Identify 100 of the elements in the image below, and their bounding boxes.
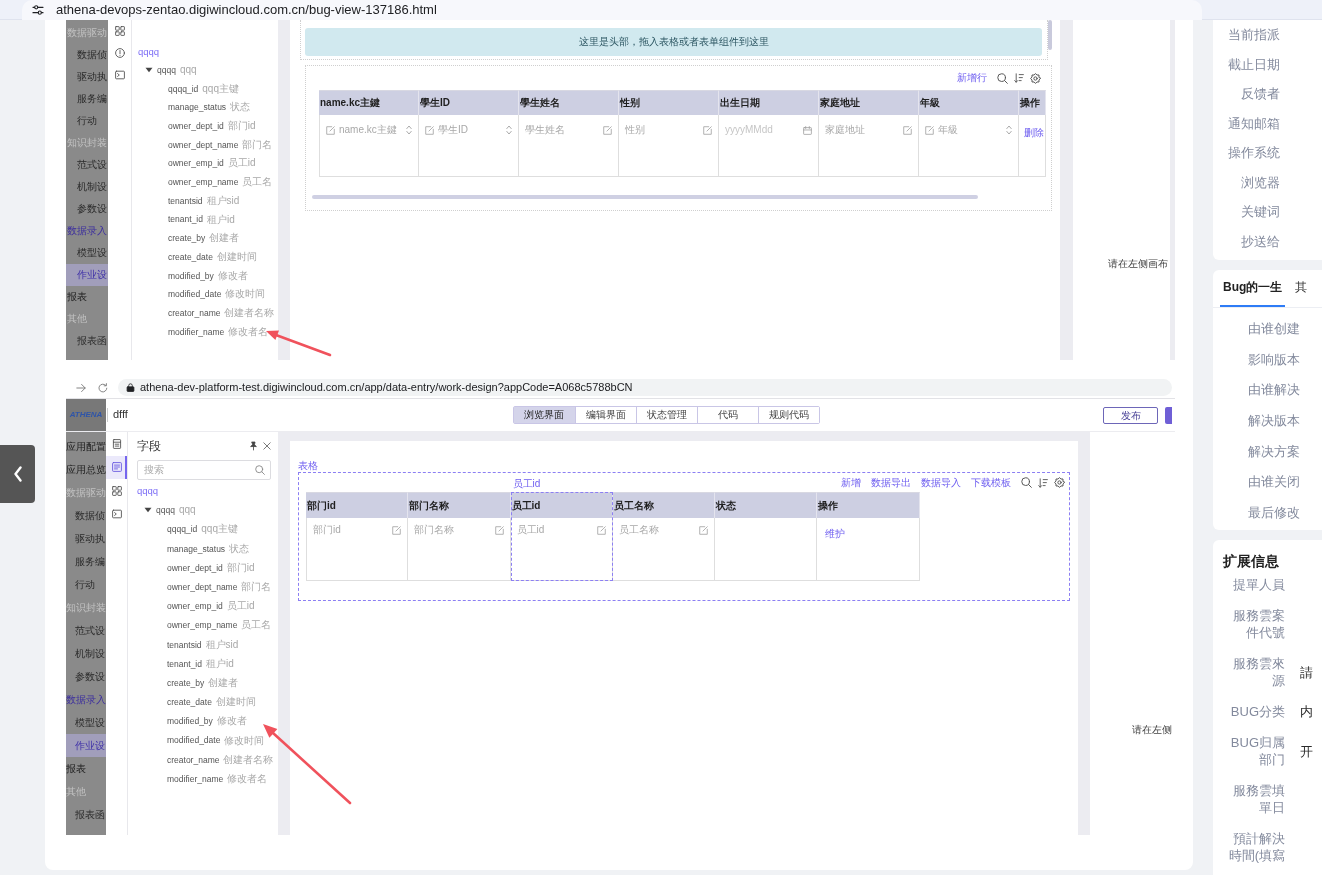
field-name[interactable]: owner_emp_id [168, 158, 224, 169]
field-name[interactable]: owner_dept_name [168, 139, 239, 150]
field-name[interactable]: creator_name [167, 754, 220, 765]
input-field[interactable]: 性别 [625, 123, 712, 137]
selected-column-frame[interactable] [510, 492, 613, 581]
field-name[interactable]: owner_dept_name [167, 581, 238, 593]
menu-item[interactable]: 应用总览 [66, 457, 106, 481]
field-name[interactable]: create_by [168, 233, 206, 244]
field-name[interactable]: tenantsid [168, 195, 203, 206]
field-name[interactable]: modifier_name [168, 326, 225, 337]
close-icon[interactable] [263, 442, 271, 450]
site-info-icon[interactable] [32, 3, 44, 16]
menu-item[interactable]: 作业设 [66, 264, 108, 286]
menu-item[interactable]: 机制设 [75, 641, 105, 665]
menu-item[interactable]: 行动 [75, 572, 95, 596]
action-link[interactable]: 删除 [1024, 127, 1044, 139]
menu-item[interactable]: 服务编 [75, 549, 105, 573]
toolbar-link[interactable]: 数据导入 [921, 476, 961, 489]
menu-item[interactable]: 报表函 [75, 802, 105, 826]
field-name[interactable]: qqqq [156, 505, 175, 516]
field-name[interactable]: owner_dept_id [168, 121, 224, 132]
data-source-link[interactable]: qqqq [137, 485, 159, 497]
field-name[interactable]: owner_emp_name [167, 620, 238, 631]
menu-item[interactable]: 服务编 [77, 88, 107, 110]
menu-item[interactable]: 报表 [66, 756, 86, 780]
menu-group-label[interactable]: 数据录入 [67, 220, 107, 242]
tab[interactable]: 其 [1295, 270, 1308, 307]
field-name[interactable]: modified_date [168, 289, 222, 300]
input-field[interactable]: 部门id [313, 523, 402, 537]
input-field[interactable]: 學生ID [425, 123, 512, 137]
toolbar-link[interactable]: 数据导出 [871, 476, 911, 489]
field-name[interactable]: qqqq [157, 64, 176, 76]
view-tab[interactable]: 规则代码 [757, 407, 819, 423]
horizontal-scrollbar[interactable] [312, 195, 978, 199]
field-name[interactable]: create_date [168, 251, 213, 262]
input-field[interactable]: 员工id [516, 523, 606, 537]
field-name[interactable]: owner_emp_name [168, 177, 239, 188]
document-icon[interactable] [111, 438, 122, 449]
address-field[interactable]: athena-devops-zentao.digiwincloud.com.cn/bug-view-137186.html [22, 0, 1202, 20]
toolbar-link[interactable]: 下载模板 [971, 476, 1011, 489]
console-icon[interactable] [111, 509, 122, 520]
grid-icon[interactable] [114, 26, 125, 36]
settings-icon[interactable] [1030, 72, 1041, 84]
field-name[interactable]: tenantsid [167, 639, 202, 650]
input-field[interactable]: 學生姓名 [525, 123, 612, 137]
menu-item[interactable]: 参数设 [75, 664, 105, 688]
menu-item[interactable]: 范式设 [77, 154, 107, 176]
info-icon[interactable] [114, 48, 125, 58]
data-source-link[interactable]: qqqq [138, 45, 160, 58]
tab[interactable]: Bug的一生 [1220, 270, 1286, 307]
field-name[interactable]: modified_date [167, 735, 221, 746]
settings-icon[interactable] [1054, 477, 1065, 488]
field-name[interactable]: manage_status [168, 102, 227, 113]
field-name[interactable]: modified_by [167, 716, 213, 727]
input-field[interactable]: 年級 [925, 123, 1012, 137]
field-name[interactable]: tenant_id [168, 214, 203, 225]
input-field[interactable]: 家庭地址 [825, 123, 912, 137]
field-name[interactable]: manage_status [167, 543, 226, 554]
toolbar-link[interactable]: 新增 [841, 476, 861, 489]
field-name[interactable]: tenant_id [167, 658, 202, 669]
calendar-icon[interactable] [803, 125, 812, 135]
menu-item[interactable]: 机制设 [77, 176, 107, 198]
sort-icon[interactable] [1014, 73, 1024, 83]
field-name[interactable]: creator_name [168, 307, 221, 319]
field-name[interactable]: owner_dept_id [167, 562, 223, 573]
previous-button[interactable] [0, 445, 35, 503]
search-icon[interactable] [1021, 477, 1032, 488]
grid-icon[interactable] [111, 485, 122, 496]
input-field[interactable]: 员工名称 [618, 523, 709, 537]
menu-item[interactable]: 模型设 [77, 242, 107, 264]
field-name[interactable]: owner_emp_id [167, 601, 223, 612]
view-tab[interactable]: 浏览界面 [513, 407, 575, 423]
menu-item[interactable]: 行动 [77, 110, 97, 132]
menu-item[interactable]: 报表 [67, 286, 87, 308]
menu-item[interactable]: 驱动执 [77, 66, 107, 88]
toolbar-link[interactable]: 新增行 [957, 72, 987, 84]
field-name[interactable]: qqqq_id [168, 83, 199, 94]
menu-item[interactable]: 参数设 [77, 198, 107, 220]
field-name[interactable]: create_by [167, 677, 205, 689]
menu-item[interactable]: 驱动执 [75, 526, 105, 550]
field-name[interactable]: modifier_name [167, 773, 224, 784]
action-link[interactable]: 维护 [825, 528, 846, 540]
field-name[interactable]: modified_by [168, 270, 214, 281]
input-field[interactable]: 部门名称 [414, 523, 504, 537]
field-name[interactable]: create_date [167, 697, 212, 708]
vertical-scrollbar[interactable] [1048, 20, 1052, 50]
form-icon[interactable] [111, 462, 122, 473]
caret-down-icon[interactable] [145, 67, 153, 74]
cut-off-button[interactable] [1165, 406, 1172, 424]
address-field[interactable]: athena-dev-platform-test.digiwincloud.com.cn/app/data-entry/work-design?appCode=A068c5788bCN [118, 379, 1172, 396]
menu-item[interactable]: 数据侦 [75, 503, 105, 527]
menu-item[interactable]: 范式设 [75, 618, 105, 642]
publish-button[interactable]: 发布 [1103, 406, 1158, 424]
search-icon[interactable] [997, 72, 1008, 84]
menu-item[interactable]: 报表函 [77, 330, 107, 352]
sort-icon[interactable] [1038, 477, 1048, 488]
forward-arrow-icon[interactable] [76, 382, 86, 393]
menu-item[interactable]: 数据侦 [77, 44, 107, 66]
caret-down-icon[interactable] [144, 507, 152, 514]
pin-icon[interactable] [249, 441, 258, 451]
